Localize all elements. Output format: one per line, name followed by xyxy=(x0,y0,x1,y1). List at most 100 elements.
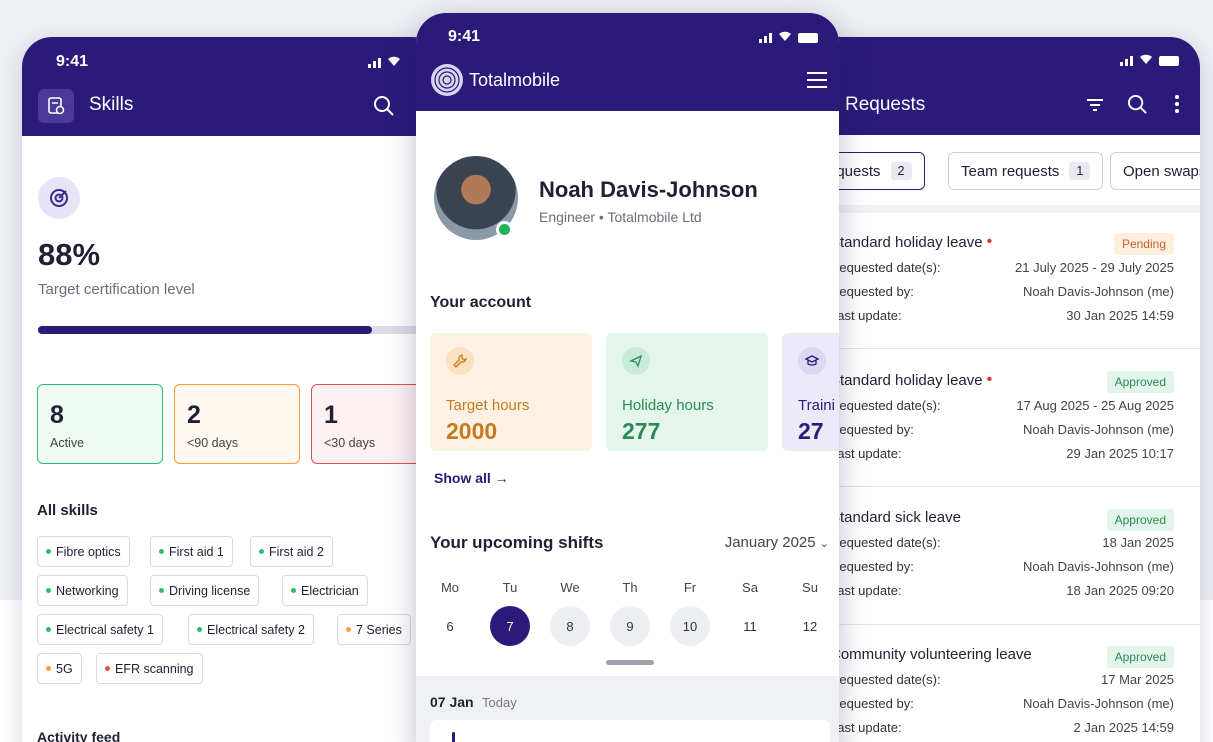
holiday-hours-card[interactable]: Holiday hours 277 xyxy=(606,333,768,451)
request-item[interactable]: Standard holiday leave • Pending Requeste… xyxy=(830,233,1190,323)
skill-chip[interactable]: Electrical safety 2 xyxy=(188,614,314,645)
chip-label: Electrical safety 2 xyxy=(207,622,305,637)
signal-icon xyxy=(368,58,381,68)
skill-chip[interactable]: Electrical safety 1 xyxy=(37,614,163,645)
show-all-link[interactable]: Show all → xyxy=(434,470,509,486)
update-value: 29 Jan 2025 10:17 xyxy=(1066,446,1174,461)
dates-value: 21 July 2025 - 29 July 2025 xyxy=(1015,260,1174,275)
chip-label: Electrician xyxy=(301,583,359,598)
calendar-day[interactable]: 11 xyxy=(730,606,770,646)
update-value: 18 Jan 2025 09:20 xyxy=(1066,583,1174,598)
chip-label: First aid 1 xyxy=(169,544,224,559)
online-indicator xyxy=(496,221,513,238)
calendar-day[interactable]: 10 xyxy=(670,606,710,646)
weekday-label: We xyxy=(560,580,580,595)
skill-chip[interactable]: 5G xyxy=(37,653,82,684)
tab-count: 1 xyxy=(1069,162,1091,180)
status-dot xyxy=(159,549,164,554)
drag-handle[interactable] xyxy=(606,660,654,665)
by-key: Requested by: xyxy=(830,284,914,299)
weekday-label: Sa xyxy=(742,580,758,595)
card-label: Holiday hours xyxy=(622,397,714,414)
month-label: January 2025 xyxy=(724,534,816,551)
skill-chip[interactable]: 7 Series xyxy=(337,614,411,645)
requests-title: Requests xyxy=(845,94,926,115)
certification-percent: 88% xyxy=(38,237,101,272)
calendar-day[interactable]: 9 xyxy=(610,606,650,646)
requests-app-bar: Requests xyxy=(790,37,1200,135)
dates-value: 18 Jan 2025 xyxy=(1102,535,1174,550)
chip-label: Electrical safety 1 xyxy=(56,622,154,637)
search-icon[interactable] xyxy=(373,95,395,122)
skill-chip[interactable]: First aid 2 xyxy=(250,536,333,567)
chip-label: Fibre optics xyxy=(56,544,121,559)
skill-chip[interactable]: Networking xyxy=(37,575,128,606)
calendar-day[interactable]: 6 xyxy=(430,606,470,646)
status-dot xyxy=(291,588,296,593)
skill-chip[interactable]: Fibre optics xyxy=(37,536,130,567)
skill-chip[interactable]: Electrician xyxy=(282,575,368,606)
by-value: Noah Davis-Johnson (me) xyxy=(1022,422,1174,437)
certification-progress-bar xyxy=(38,326,418,334)
tab-team-requests[interactable]: Team requests 1 xyxy=(948,152,1104,190)
chip-label: Networking xyxy=(56,583,119,598)
request-item[interactable]: Community volunteering leave Approved Re… xyxy=(830,646,1190,735)
skills-app-bar: 9:41 Skills xyxy=(22,37,442,136)
by-key: Requested by: xyxy=(830,559,914,574)
status-icons xyxy=(759,31,818,45)
weekday-label: Mo xyxy=(440,580,460,595)
dates-key: Requested date(s): xyxy=(830,398,941,413)
training-card[interactable]: Traini 27 xyxy=(782,333,839,451)
skills-screen: 9:41 Skills 88% Target certification lev… xyxy=(22,37,442,742)
chip-label: 7 Series xyxy=(356,622,402,637)
calendar-day-selected[interactable]: 7 xyxy=(490,606,530,646)
target-hours-card[interactable]: Target hours 2000 xyxy=(430,333,592,451)
signal-icon xyxy=(1120,56,1133,66)
status-dot xyxy=(105,666,110,671)
shift-card[interactable] xyxy=(430,720,830,742)
card-label: Target hours xyxy=(446,397,530,414)
calendar-day[interactable]: 8 xyxy=(550,606,590,646)
month-selector[interactable]: January 2025 ⌄ xyxy=(725,534,829,551)
today-label: Today xyxy=(482,695,517,710)
request-title: Standard holiday leave xyxy=(830,233,983,251)
filter-icon[interactable] xyxy=(1086,97,1104,118)
brand-name: Totalmobile xyxy=(469,70,561,90)
stat-90-days[interactable]: 2 <90 days xyxy=(174,384,300,464)
update-key: Last update: xyxy=(830,446,902,461)
request-item[interactable]: Standard holiday leave • Approved Request… xyxy=(830,371,1190,461)
skill-chip[interactable]: Driving license xyxy=(150,575,260,606)
search-icon[interactable] xyxy=(1127,94,1148,120)
dates-key: Requested date(s): xyxy=(830,535,941,550)
divider-band xyxy=(790,205,1200,213)
chevron-down-icon: ⌄ xyxy=(819,538,829,550)
update-value: 30 Jan 2025 14:59 xyxy=(1066,308,1174,323)
status-dot xyxy=(46,549,51,554)
wrench-icon xyxy=(446,347,474,375)
tab-open-swaps[interactable]: Open swaps xyxy=(1110,152,1200,190)
stat-value: 8 xyxy=(50,401,64,429)
skills-title: Skills xyxy=(89,94,134,115)
update-key: Last update: xyxy=(830,308,902,323)
card-value: 27 xyxy=(798,418,824,444)
menu-icon[interactable] xyxy=(806,71,828,94)
stat-value: 1 xyxy=(324,401,338,429)
calendar-day[interactable]: 12 xyxy=(790,606,830,646)
card-value: 277 xyxy=(622,418,661,444)
skill-chip[interactable]: First aid 1 xyxy=(150,536,233,567)
signal-icon xyxy=(759,33,772,43)
weekday-label: Fr xyxy=(683,580,697,595)
status-badge: Pending xyxy=(1113,233,1174,255)
target-icon xyxy=(38,177,80,219)
more-options-icon[interactable] xyxy=(1174,94,1180,119)
skill-chip[interactable]: EFR scanning xyxy=(96,653,203,684)
status-dot xyxy=(197,627,202,632)
all-skills-heading: All skills xyxy=(37,502,98,519)
status-dot xyxy=(46,588,51,593)
battery-icon xyxy=(1159,56,1179,66)
chip-label: EFR scanning xyxy=(115,661,194,676)
shift-marker xyxy=(452,732,455,742)
status-badge: Approved xyxy=(1106,371,1174,393)
stat-active[interactable]: 8 Active xyxy=(37,384,163,464)
request-item[interactable]: Standard sick leave Approved Requested d… xyxy=(830,509,1190,598)
